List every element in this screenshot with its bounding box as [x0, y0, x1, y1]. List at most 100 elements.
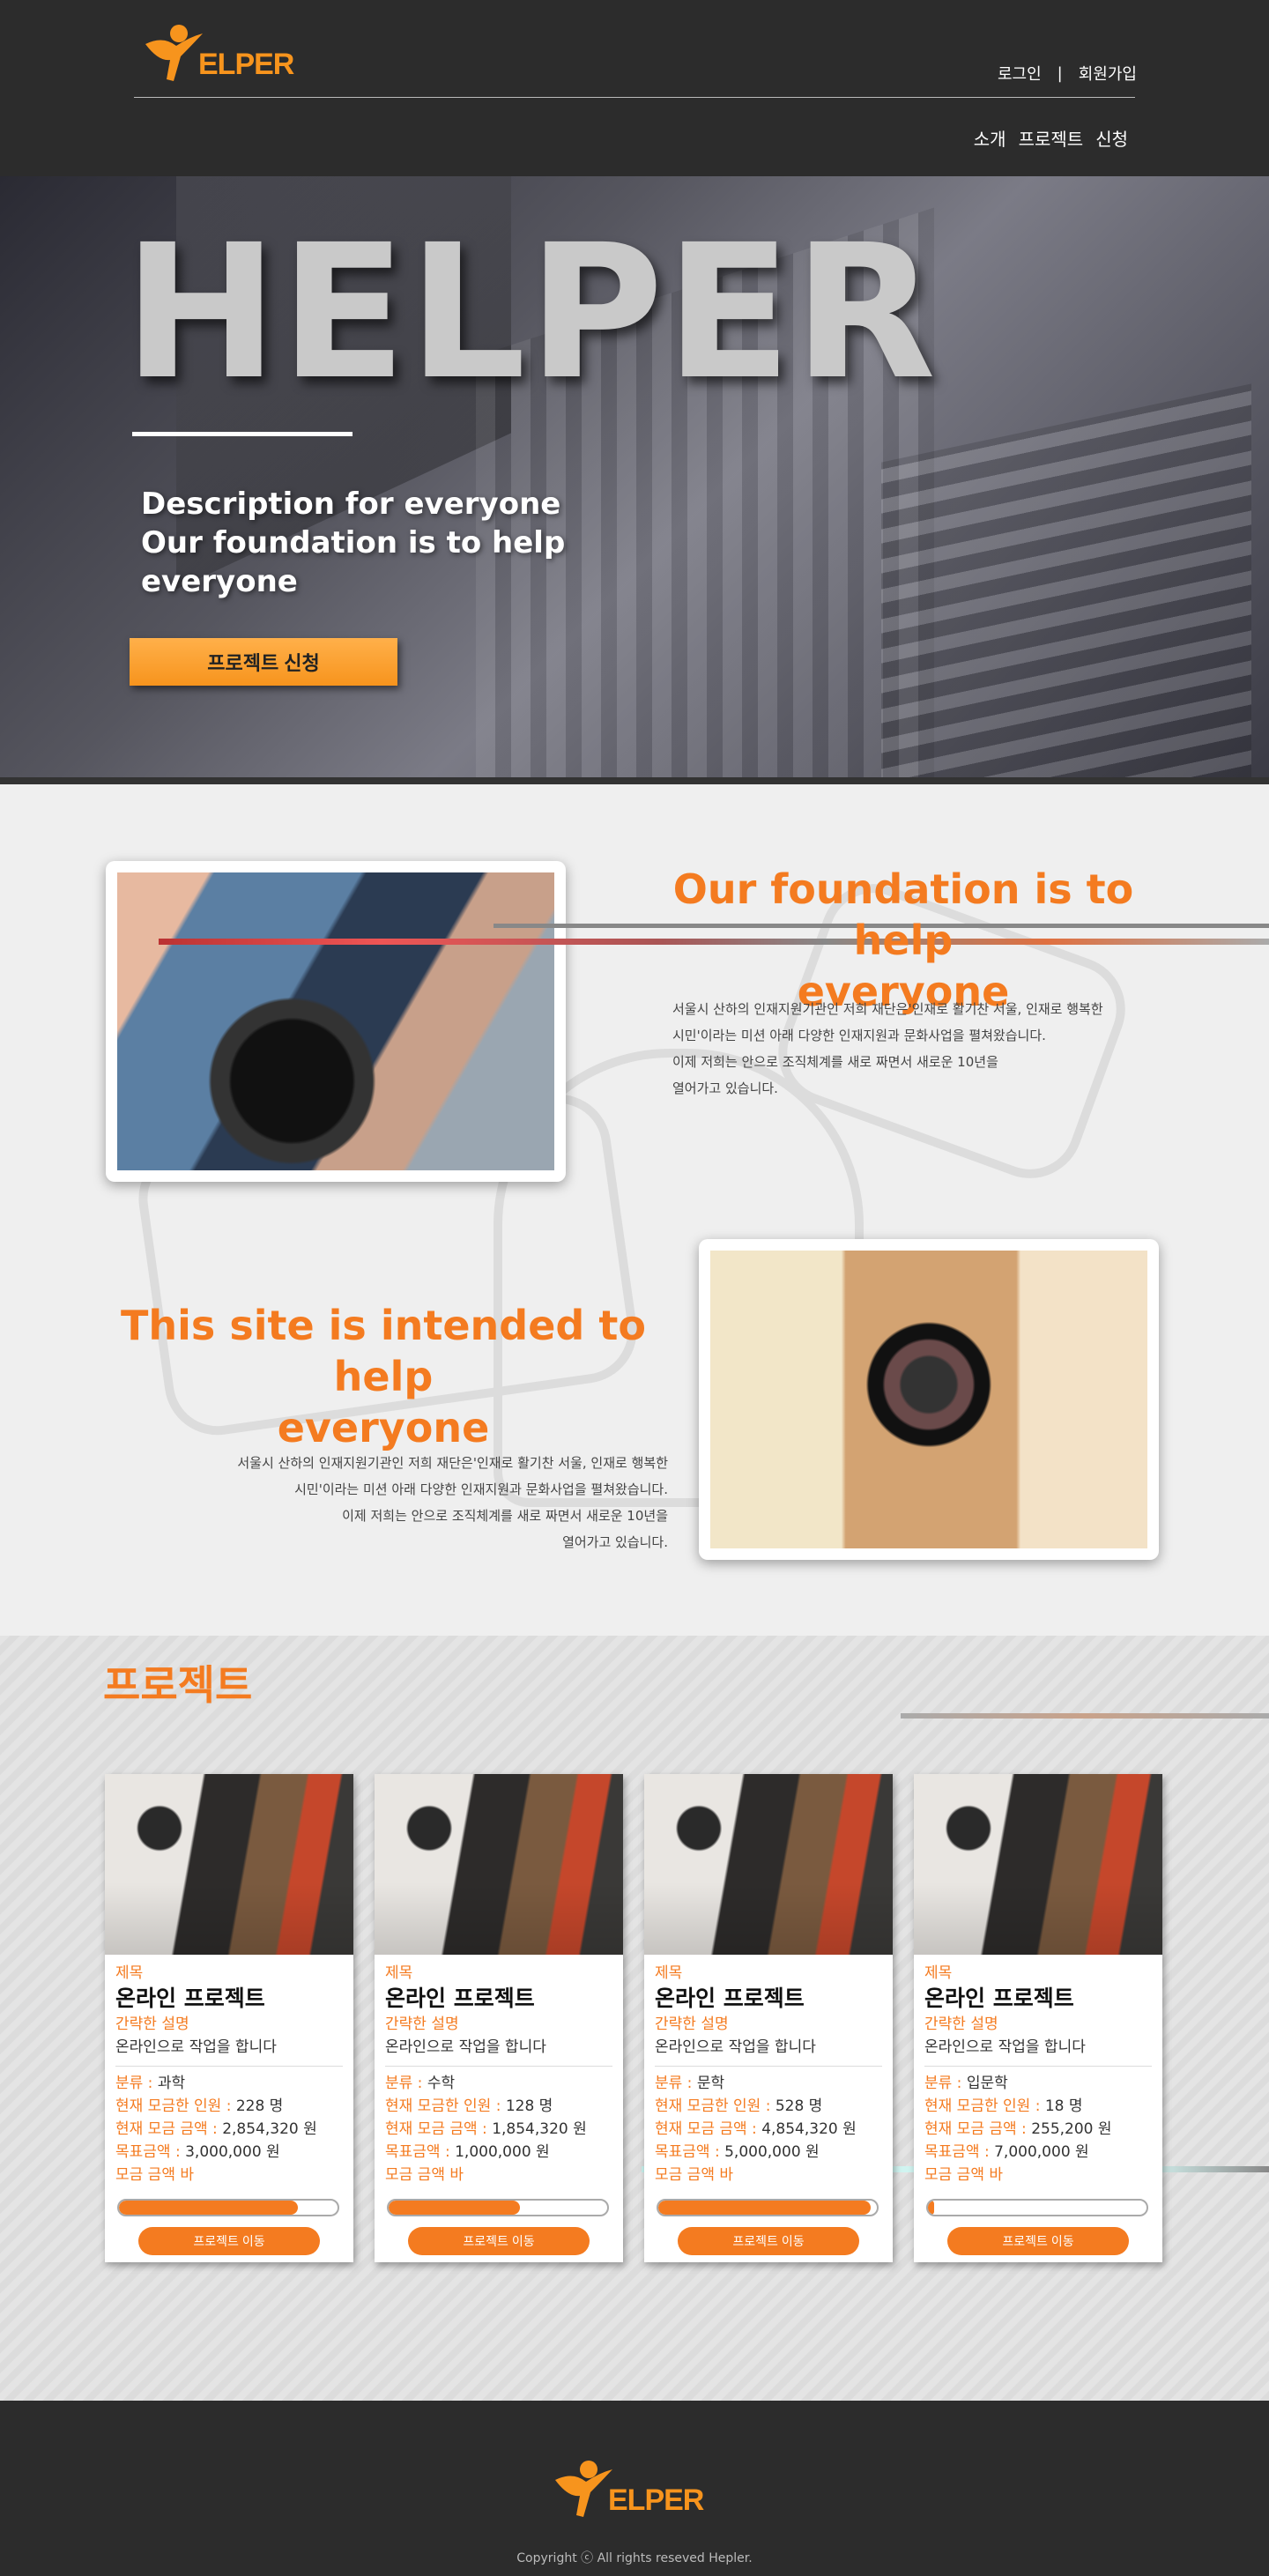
- goal-value: 5,000,000 원: [724, 2143, 820, 2161]
- card-divider: [385, 2066, 612, 2067]
- goal-value: 7,000,000 원: [994, 2143, 1089, 2161]
- category-value: 과학: [157, 2075, 186, 2092]
- amount-label: 현재 모금 금액 :: [655, 2120, 762, 2138]
- photographer-photo-frame: [699, 1239, 1159, 1560]
- goal-label: 목표금액 :: [385, 2143, 456, 2161]
- goal-label: 목표금액 :: [115, 2143, 186, 2161]
- project-card-body: 제목 온라인 프로젝트 간략한 설명 온라인으로 작업을 합니다 분류 : 수학…: [375, 1955, 623, 2194]
- project-card: 제목 온라인 프로젝트 간략한 설명 온라인으로 작업을 합니다 분류 : 입문…: [914, 1774, 1162, 2262]
- bar-label: 모금 금액 바: [385, 2166, 464, 2184]
- amount-value: 2,854,320 원: [222, 2120, 317, 2138]
- hero-desc-line: Description for everyone: [141, 486, 561, 522]
- project-people-row: 현재 모금한 인원 : 528 명: [655, 2095, 882, 2118]
- login-link[interactable]: 로그인: [998, 62, 1042, 85]
- paragraph-line: 서울시 산하의 인재지원기관인 저희 재단은'인재로 활기찬 서울, 인재로 행…: [237, 1455, 668, 1471]
- hero-desc-line: everyone: [141, 564, 298, 599]
- footer-logo[interactable]: ELPER: [546, 2454, 723, 2524]
- category-value: 입문학: [966, 2075, 1008, 2092]
- people-value: 128 명: [505, 2097, 553, 2115]
- people-label: 현재 모금한 인원 :: [924, 2097, 1045, 2115]
- go-to-project-button[interactable]: 프로젝트 이동: [408, 2227, 590, 2255]
- account-links: 로그인 | 회원가입: [998, 62, 1137, 85]
- go-to-project-button[interactable]: 프로젝트 이동: [138, 2227, 320, 2255]
- nav-item-intro[interactable]: 소개: [974, 125, 1006, 151]
- project-card: 제목 온라인 프로젝트 간략한 설명 온라인으로 작업을 합니다 분류 : 수학…: [375, 1774, 623, 2262]
- project-category-row: 분류 : 과학: [115, 2072, 343, 2095]
- people-value: 528 명: [775, 2097, 823, 2115]
- go-to-project-button[interactable]: 프로젝트 이동: [678, 2227, 859, 2255]
- paragraph-line: 시민'이라는 미션 아래 다양한 인재지원과 문화사업을 펼쳐왔습니다.: [294, 1481, 668, 1497]
- logo-text: ELPER: [608, 2483, 704, 2517]
- funding-progress-bar: [387, 2199, 609, 2216]
- funding-progress-bar: [657, 2199, 879, 2216]
- hero-description: Description for everyone Our foundation …: [141, 485, 599, 601]
- people-label: 현재 모금한 인원 :: [115, 2097, 236, 2115]
- funding-progress-bar: [926, 2199, 1148, 2216]
- paragraph-line: 이제 저희는 안으로 조직체계를 새로 짜면서 새로운 10년을: [672, 1054, 998, 1070]
- project-name: 온라인 프로젝트: [385, 1986, 535, 2011]
- funding-progress-fill: [389, 2201, 520, 2215]
- goal-label: 목표금액 :: [655, 2143, 725, 2161]
- project-desc: 온라인으로 작업을 합니다: [655, 2038, 816, 2056]
- project-card: 제목 온라인 프로젝트 간략한 설명 온라인으로 작업을 합니다 분류 : 과학…: [105, 1774, 353, 2262]
- logo-figure-icon: [145, 25, 203, 81]
- hero-desc-line: Our foundation is to help: [141, 525, 566, 560]
- project-desc: 온라인으로 작업을 합니다: [924, 2038, 1086, 2056]
- amount-value: 1,854,320 원: [492, 2120, 587, 2138]
- nav-item-apply[interactable]: 신청: [1095, 125, 1128, 151]
- nav-item-projects[interactable]: 프로젝트: [1019, 125, 1084, 151]
- project-goal-row: 목표금액 : 3,000,000 원: [115, 2141, 343, 2164]
- goal-value: 3,000,000 원: [185, 2143, 280, 2161]
- hero-divider: [132, 432, 352, 436]
- project-people-row: 현재 모금한 인원 : 228 명: [115, 2095, 343, 2118]
- people-label: 현재 모금한 인원 :: [385, 2097, 506, 2115]
- camera-photo-frame: [106, 861, 566, 1182]
- projects-title: 프로젝트: [103, 1661, 253, 1709]
- goal-label: 목표금액 :: [924, 2143, 995, 2161]
- project-desc: 온라인으로 작업을 합니다: [115, 2038, 277, 2056]
- go-to-project-button[interactable]: 프로젝트 이동: [947, 2227, 1129, 2255]
- about-section: Our foundation is to help everyone 서울시 산…: [0, 784, 1269, 1636]
- category-label: 분류 :: [385, 2075, 427, 2092]
- bar-label: 모금 금액 바: [924, 2166, 1004, 2184]
- decorative-stripe: [901, 1713, 1269, 1719]
- amount-label: 현재 모금 금액 :: [115, 2120, 223, 2138]
- apply-project-button[interactable]: 프로젝트 신청: [130, 638, 397, 686]
- project-name: 온라인 프로젝트: [924, 1986, 1074, 2011]
- card-divider: [924, 2066, 1152, 2067]
- signup-link[interactable]: 회원가입: [1079, 62, 1137, 85]
- people-value: 18 명: [1044, 2097, 1083, 2115]
- category-value: 수학: [427, 2075, 456, 2092]
- project-image: [914, 1774, 1162, 1955]
- paragraph-line: 이제 저희는 안으로 조직체계를 새로 짜면서 새로운 10년을: [342, 1508, 668, 1524]
- project-amount-row: 현재 모금 금액 : 2,854,320 원: [115, 2118, 343, 2141]
- project-name: 온라인 프로젝트: [115, 1986, 265, 2011]
- project-category-row: 분류 : 문학: [655, 2072, 882, 2095]
- project-name: 온라인 프로젝트: [655, 1986, 805, 2011]
- bar-label: 모금 금액 바: [655, 2166, 734, 2184]
- paragraph-line: 시민'이라는 미션 아래 다양한 인재지원과 문화사업을 펼쳐왔습니다.: [672, 1028, 1046, 1043]
- logo[interactable]: ELPER: [137, 18, 304, 88]
- project-desc-label: 간략한 설명: [655, 2016, 729, 2033]
- hero-bottom-bar: [0, 777, 1269, 784]
- project-card: 제목 온라인 프로젝트 간략한 설명 온라인으로 작업을 합니다 분류 : 문학…: [644, 1774, 893, 2262]
- link-separator: |: [1057, 63, 1063, 83]
- about-heading-1: Our foundation is to help everyone: [617, 864, 1190, 1017]
- project-desc-label: 간략한 설명: [385, 2016, 459, 2033]
- funding-progress-fill: [658, 2201, 871, 2215]
- bar-label: 모금 금액 바: [115, 2166, 195, 2184]
- project-category-row: 분류 : 수학: [385, 2072, 612, 2095]
- site-footer: ELPER Copyright ⓒ All rights reseved Hep…: [0, 2401, 1269, 2576]
- amount-label: 현재 모금 금액 :: [385, 2120, 493, 2138]
- funding-progress-bar: [117, 2199, 339, 2216]
- people-value: 228 명: [235, 2097, 284, 2115]
- about-heading-2: This site is intended to help everyone: [97, 1300, 670, 1453]
- paragraph-line: 서울시 산하의 인재지원기관인 저희 재단은'인재로 활기찬 서울, 인재로 행…: [672, 1001, 1103, 1017]
- project-category-row: 분류 : 입문학: [924, 2072, 1152, 2095]
- project-goal-row: 목표금액 : 5,000,000 원: [655, 2141, 882, 2164]
- funding-progress-fill: [928, 2201, 935, 2215]
- project-card-body: 제목 온라인 프로젝트 간략한 설명 온라인으로 작업을 합니다 분류 : 과학…: [105, 1955, 353, 2194]
- heading-line: Our foundation is to help: [672, 865, 1134, 964]
- project-amount-row: 현재 모금 금액 : 255,200 원: [924, 2118, 1152, 2141]
- project-title-label: 제목: [115, 1964, 144, 1982]
